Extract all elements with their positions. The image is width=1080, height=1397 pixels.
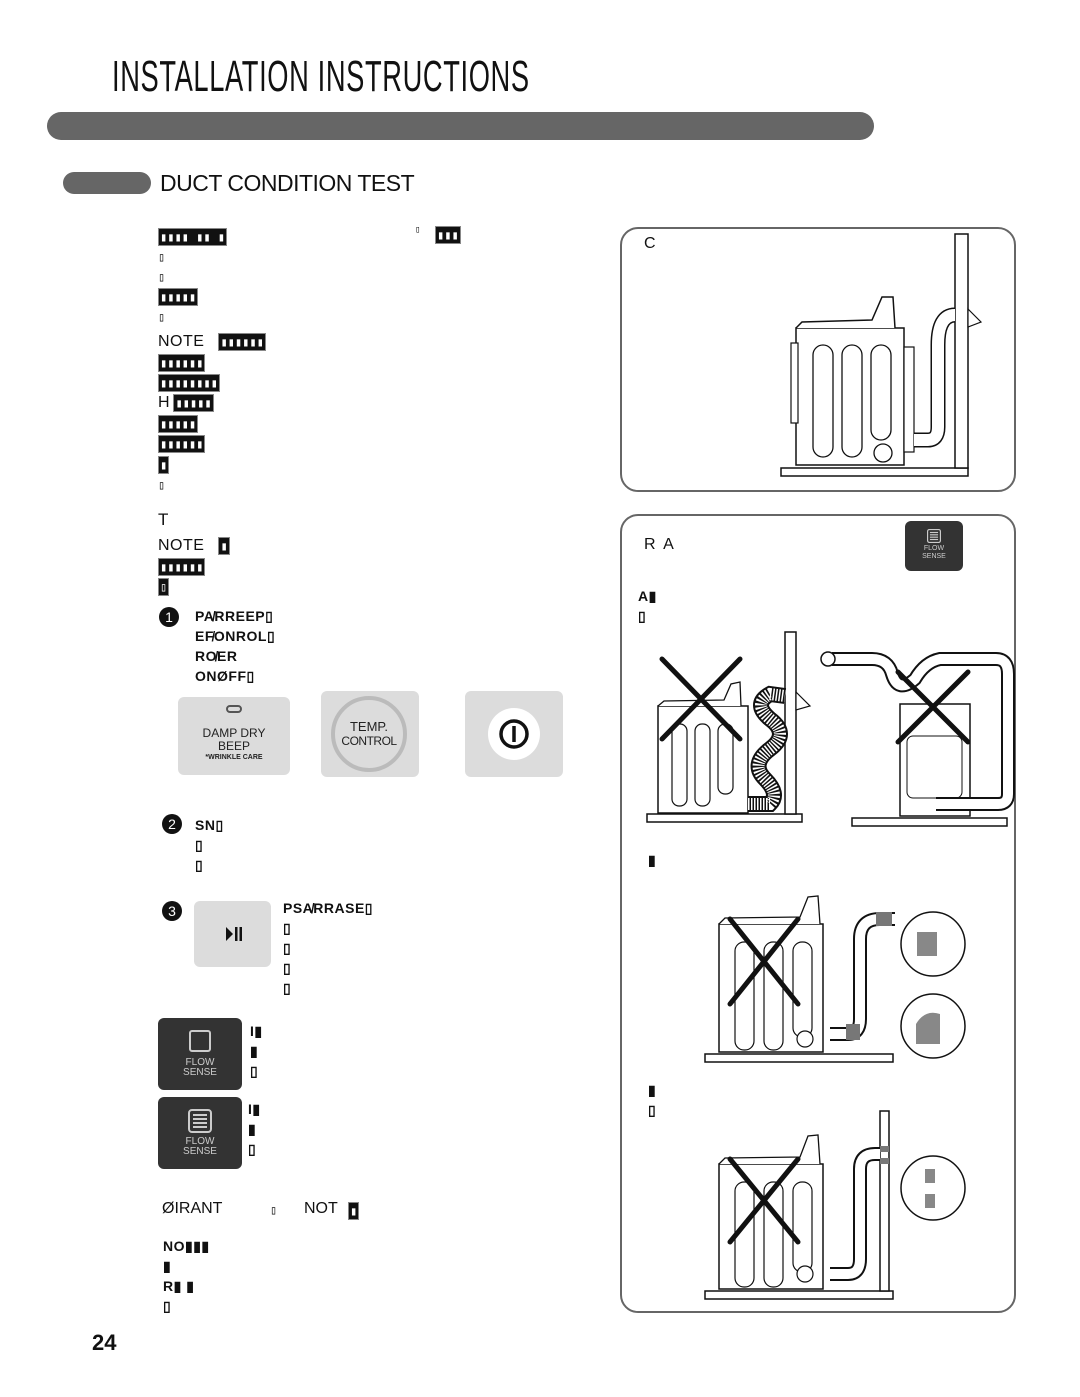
step-line: ▯: [283, 940, 292, 956]
power-button-face: [488, 708, 540, 760]
important-text: ▮: [348, 1202, 360, 1220]
step-line: ▯: [283, 920, 292, 936]
flow-text: I▮: [250, 1023, 263, 1039]
note-label: NOTE: [158, 537, 205, 554]
step-line: ▯: [283, 980, 292, 996]
note-text: ▮▮▮▮▮▮: [158, 558, 206, 576]
clogged-duct-example: [704, 895, 966, 1063]
restricted-duct-diagram: R A FLOW SENSE A▮ ▯ ▮ ▮ ▯: [620, 514, 1016, 1313]
step-line: ▯: [283, 960, 292, 976]
final-note: NO▮▮▮ ▮ R▮ ▮ ▯: [163, 1236, 210, 1316]
step-line: EF̸ONROL▯: [195, 628, 276, 644]
final-note-text: R▮ ▮: [163, 1278, 195, 1294]
test-heading: T: [158, 510, 169, 529]
page-title: INSTALLATION INSTRUCTIONS: [112, 52, 530, 101]
step-line: ▯: [195, 857, 204, 873]
note-text: ▮▮▮▮▮: [158, 415, 199, 433]
note-text: ▮▮▮▮▮▮: [218, 333, 266, 351]
wrinkle-care-label: *WRINKLE CARE: [205, 754, 263, 761]
final-note-text: ▮: [163, 1258, 172, 1274]
step-line: RO̸ER: [195, 648, 238, 664]
section-marker: [63, 172, 151, 194]
flow-text: ▯: [248, 1141, 257, 1157]
sense-label: SENSE: [183, 1146, 217, 1157]
step-3-text: PSA̸RRASE▯ ▯ ▯ ▯ ▯: [283, 898, 373, 998]
flow-text: ▮: [250, 1043, 259, 1059]
not-label: NOT: [304, 1200, 338, 1217]
note-text: ▮: [158, 456, 170, 474]
damp-dry-beep-button[interactable]: DAMP DRY BEEP *WRINKLE CARE: [178, 697, 290, 775]
important-line: ØIRANT ▯ NOT ▮: [162, 1200, 360, 1220]
section-title: DUCT CONDITION TEST: [160, 170, 415, 196]
play-pause-icon: [226, 927, 242, 941]
title-bar-divider: [47, 112, 874, 140]
empty-bars-icon: [189, 1030, 211, 1052]
indicator-light-icon: [226, 705, 242, 713]
note-text: ▮▮▮▮▮▮: [158, 435, 206, 453]
power-button[interactable]: [465, 691, 563, 777]
step-line: ▯: [195, 837, 204, 853]
test-note: NOTE ▮: [158, 535, 230, 556]
correct-duct-diagram: C: [620, 227, 1016, 492]
step-line: ONØFF▯: [195, 668, 255, 684]
crushed-wall-connection-example: [704, 1110, 966, 1300]
intro-text: ▯: [158, 270, 166, 284]
temp-label: TEMP.: [349, 719, 389, 734]
long-duct-example: [820, 651, 1015, 827]
intro-text: ▯: [415, 225, 421, 235]
temp-dial-icon: TEMP. CONTROL: [331, 696, 407, 772]
intro-text: ▯: [158, 310, 166, 324]
note-text: ▮▮▮▮▮: [173, 394, 214, 412]
start-pause-button[interactable]: [194, 901, 271, 967]
intro-text: ▮▮▮▮ ▮▮ ▮: [158, 228, 228, 246]
note-text: ▮: [218, 537, 230, 555]
flow-sense-empty-indicator: FLOW SENSE: [158, 1018, 242, 1090]
note-text: ▮▮▮▮▮▮: [158, 354, 206, 372]
final-note-text: ▯: [163, 1298, 172, 1314]
full-bars-icon: [188, 1109, 212, 1133]
temp-control-button[interactable]: TEMP. CONTROL: [321, 691, 419, 777]
flow-text: ▮: [248, 1121, 257, 1137]
step-line: PA̸RREEP▯: [195, 608, 274, 624]
note-text: ▯: [158, 478, 166, 492]
flow-sense-empty-text: I▮ ▮ ▯: [250, 1021, 263, 1081]
sense-label: SENSE: [183, 1067, 217, 1078]
note-label: NOTE: [158, 333, 205, 350]
intro-text: ▮▮▮: [435, 226, 461, 244]
step-line: PSA̸RRASE▯: [283, 900, 373, 916]
dryer-correct-duct-illustration: [780, 233, 983, 477]
step-3-badge: 3: [162, 901, 182, 921]
step-1-text: PA̸RREEP▯ EF̸ONROL▯ RO̸ER ONØFF▯: [195, 606, 275, 686]
intro-text: ▯: [158, 250, 166, 264]
note-text: ▮▮▮▮▮▮▮▮: [158, 374, 220, 392]
flow-sense-full-indicator: FLOW SENSE: [158, 1097, 242, 1169]
step-line: SN▯: [195, 817, 224, 833]
kinked-duct-example: [646, 631, 812, 823]
restricted-duct-illustrations: [646, 631, 1015, 1300]
flow-text: I▮: [248, 1101, 261, 1117]
page-number: 24: [92, 1330, 117, 1355]
step-2-text: SN▯ ▯ ▯: [195, 815, 224, 875]
important-label: ØIRANT: [162, 1200, 223, 1217]
step-1-badge: 1: [159, 607, 179, 627]
flow-text: ▯: [250, 1063, 259, 1079]
note-text: ▯: [158, 578, 170, 596]
intro-line: ▮▮▮▮ ▮▮ ▮ ▯ ▮▮▮: [158, 225, 461, 246]
beep-label: BEEP: [217, 739, 250, 753]
note-text: H: [158, 394, 170, 411]
power-icon: [499, 719, 529, 749]
step-2-badge: 2: [162, 814, 182, 834]
flow-sense-full-text: I▮ ▮ ▯: [248, 1099, 261, 1159]
final-note-text: NO▮▮▮: [163, 1238, 210, 1254]
intro-text: ▮▮▮▮▮: [158, 288, 199, 306]
control-label: CONTROL: [341, 734, 397, 748]
note-block: NOTE ▮▮▮▮▮▮: [158, 331, 266, 352]
important-text: ▯: [270, 1203, 278, 1217]
